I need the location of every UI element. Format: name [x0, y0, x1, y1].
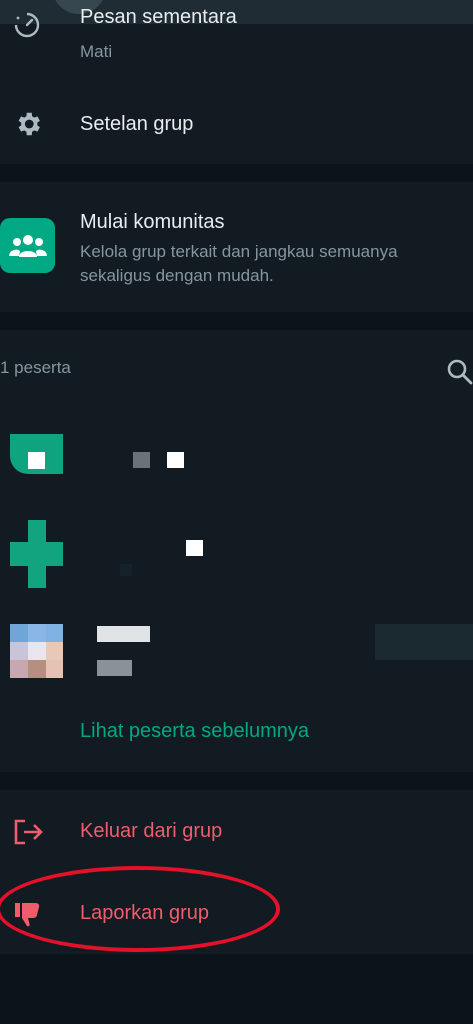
participant-name-redacted — [186, 540, 203, 556]
section-divider — [0, 772, 473, 790]
participant-name-redacted — [97, 626, 150, 642]
participant-row[interactable] — [0, 420, 473, 500]
view-previous-participants-link[interactable]: Lihat peserta sebelumnya — [80, 720, 309, 743]
ephemeral-messages-value: Mati — [80, 42, 113, 61]
gear-icon — [18, 112, 40, 136]
participant-row[interactable] — [0, 610, 473, 690]
participant-status-redacted — [97, 660, 132, 676]
exit-icon — [14, 819, 43, 845]
participant-status-redacted — [120, 564, 132, 576]
participants-count: 1 peserta — [0, 358, 71, 377]
section-divider — [0, 312, 473, 330]
participant-row[interactable] — [0, 512, 473, 592]
start-community-title: Mulai komunitas — [80, 211, 225, 233]
timer-icon — [14, 12, 40, 38]
avatar — [10, 434, 63, 474]
group-actions-card — [0, 790, 473, 954]
search-icon[interactable] — [444, 356, 473, 386]
thumbs-down-icon — [15, 903, 40, 927]
participant-name-redacted — [133, 452, 150, 468]
participant-role-redacted — [375, 624, 473, 660]
exit-group-label: Keluar dari grup — [80, 820, 223, 842]
community-icon — [8, 234, 47, 257]
community-icon-tile — [0, 218, 55, 273]
ephemeral-messages-title: Pesan sementara — [80, 6, 237, 28]
group-settings-label: Setelan grup — [80, 113, 194, 135]
avatar — [10, 624, 63, 678]
report-group-label: Laporkan grup — [80, 902, 209, 924]
start-community-description: Kelola grup terkait dan jangkau semuanya… — [80, 242, 398, 285]
section-divider — [0, 164, 473, 182]
avatar — [10, 520, 63, 588]
participant-name-redacted — [167, 452, 184, 468]
